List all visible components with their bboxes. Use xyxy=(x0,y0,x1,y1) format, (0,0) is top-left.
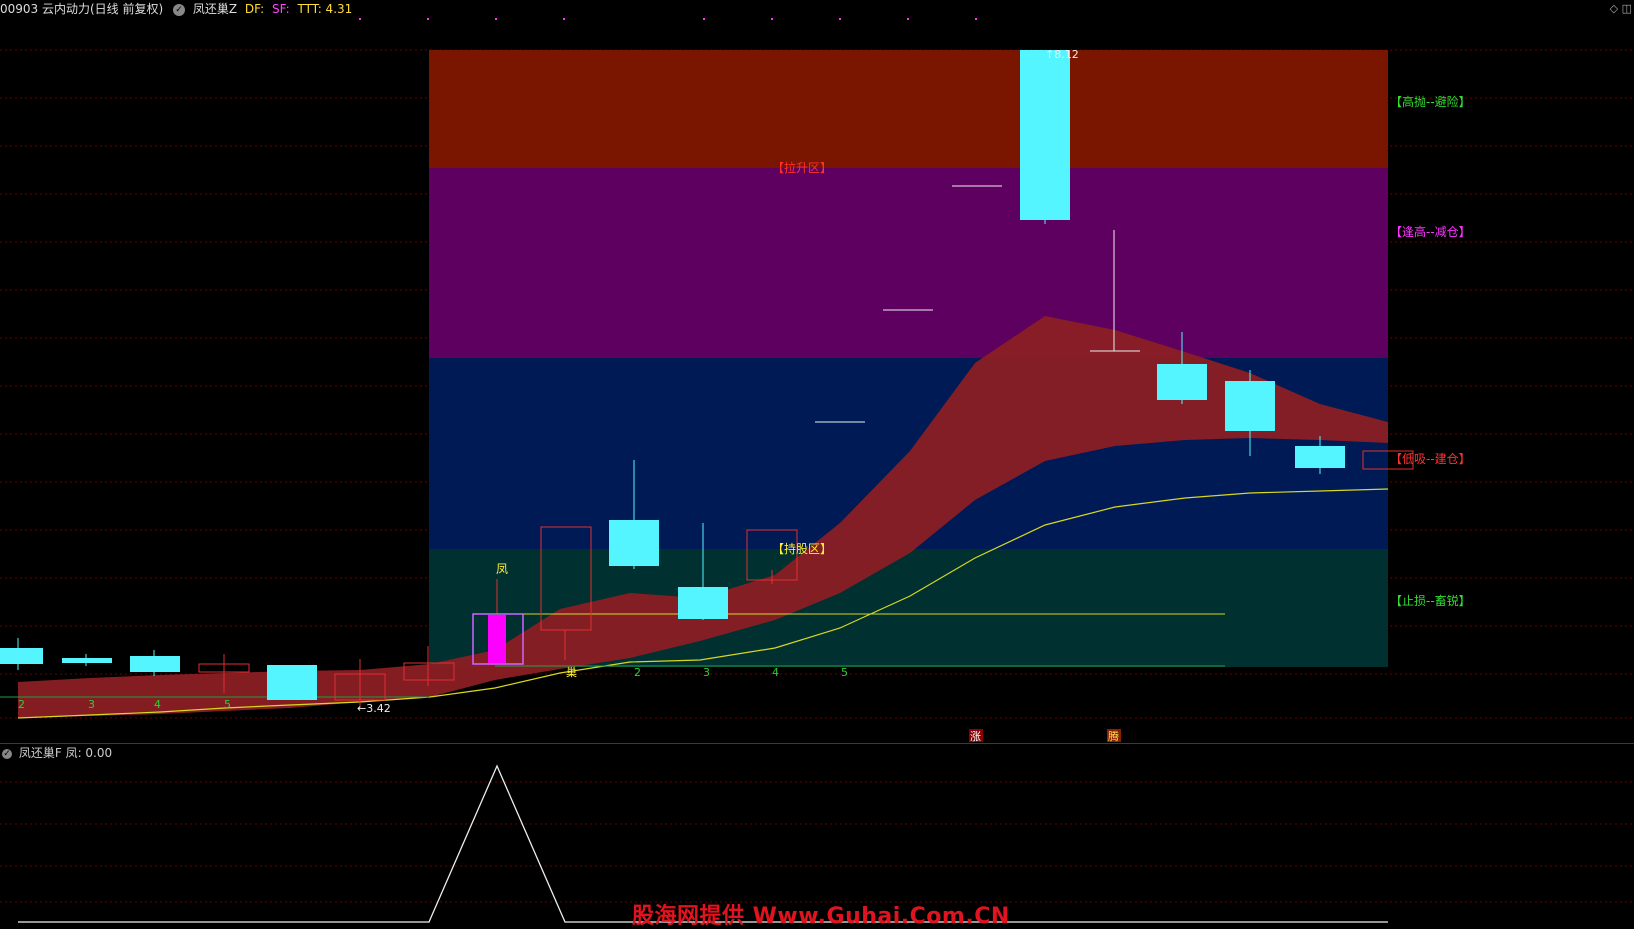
watermark: 股海网提供 Www.Guhai.Com.CN xyxy=(632,904,1010,929)
zone-label-stop: 【止损--畜锐】 xyxy=(1390,593,1471,608)
svg-text:2: 2 xyxy=(18,698,25,711)
teng-marker: 腾 xyxy=(1108,729,1119,743)
stock-title[interactable]: 00903 云内动力(日线 前复权) xyxy=(0,2,163,16)
zone-label-reduce: 【逢高--减仓】 xyxy=(1390,224,1471,239)
zone-label-holding: 【持股区】 xyxy=(772,541,832,556)
expand-icon[interactable]: ◫ xyxy=(1622,2,1632,15)
svg-text:3: 3 xyxy=(88,698,95,711)
svg-text:4: 4 xyxy=(772,666,779,679)
svg-text:3: 3 xyxy=(703,666,710,679)
svg-text:2: 2 xyxy=(634,666,641,679)
chart-header: 00903 云内动力(日线 前复权) ✓ 凤还巢Z DF: SF: TTT: 4… xyxy=(0,0,356,18)
sf-label: SF: xyxy=(271,2,290,16)
ttt-label: TTT: 4.31 xyxy=(297,2,353,16)
window-controls: ◇ ◫ xyxy=(1610,2,1632,15)
diamond-icon[interactable]: ◇ xyxy=(1610,2,1618,15)
feng-marker: 凤 xyxy=(496,562,508,576)
chao-marker: 巢 xyxy=(566,666,577,679)
high-price-label: ↑8.12 xyxy=(1045,48,1079,61)
zone-label-high: 【高抛--避险】 xyxy=(1390,94,1471,109)
indicator-toggle-icon[interactable]: ✓ xyxy=(173,3,185,16)
zhang-marker: 涨 xyxy=(970,730,981,743)
low-price-label: ←3.42 xyxy=(357,702,391,715)
indicator-name[interactable]: 凤还巢Z xyxy=(193,2,237,16)
svg-text:5: 5 xyxy=(224,698,231,711)
top-ticks xyxy=(359,18,977,20)
sub-gridlines xyxy=(0,781,1634,903)
count-row-right: 2 3 4 5 xyxy=(634,666,848,679)
main-chart[interactable]: 【高抛--避险】 【逢高--减仓】 【低吸--建仓】 【止损--畜锐】 【拉升区… xyxy=(0,18,1634,743)
svg-text:4: 4 xyxy=(154,698,161,711)
zone-label-buy: 【低吸--建仓】 xyxy=(1390,452,1471,466)
zone-reduce xyxy=(429,168,1388,358)
zone-label-rise: 【拉升区】 xyxy=(772,160,832,175)
svg-text:5: 5 xyxy=(841,666,848,679)
zone-high-risk xyxy=(429,50,1388,168)
df-label: DF: xyxy=(244,2,265,16)
